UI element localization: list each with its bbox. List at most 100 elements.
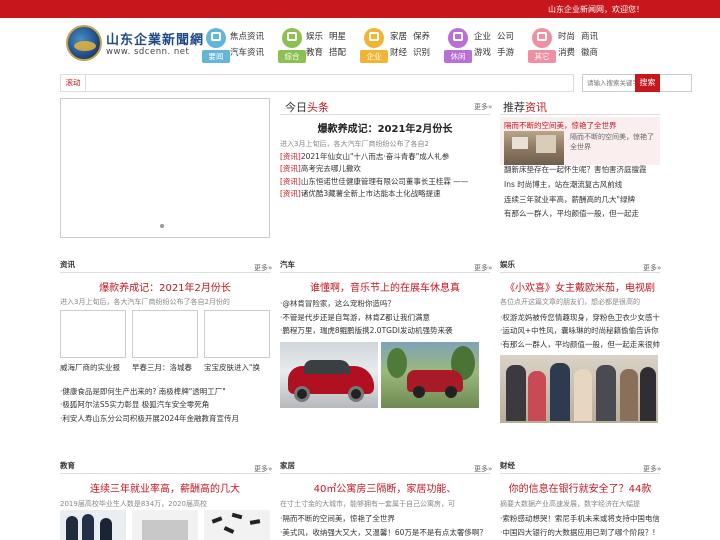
category-label[interactable]: 综合 xyxy=(278,50,306,63)
site-logo[interactable]: 山东企業新聞網 www. sdcenn. net xyxy=(66,25,203,63)
auto-headline[interactable]: 谁懂啊，音乐节上的在展车休息真 xyxy=(280,279,490,294)
recommend-top-photo[interactable] xyxy=(504,131,564,165)
recommend-list-item[interactable]: Ins 时尚博主，站在潮流复古风前线 xyxy=(504,179,660,190)
ent-list-item[interactable]: ·权游龙妈被传您情趣现身，穿粉色卫衣少女感十 xyxy=(500,312,660,323)
finance-summary: 摘要大数据产业高速发展，数字经济在大幅提 xyxy=(500,500,640,508)
category-label[interactable]: 企业 xyxy=(360,50,388,63)
finance-headline[interactable]: 你的信息在银行就安全了？44款 xyxy=(500,480,660,495)
news-thumb[interactable] xyxy=(132,310,198,358)
ent-list-item[interactable]: ·有那么一群人，平均颜值一般，但一起走来很帅。 xyxy=(500,339,660,350)
home-summary: 在寸土寸金的大城市，能够拥有一套属于自己公寓房，可 xyxy=(280,500,455,508)
nav-link[interactable]: 消费 xyxy=(558,46,575,58)
logo-title: 山东企業新聞網 xyxy=(106,33,205,48)
news-headline[interactable]: 爆款养成记：2021年2月份长 xyxy=(60,279,270,294)
news-category-icon xyxy=(206,28,226,48)
general-category-icon xyxy=(282,28,302,48)
news-thumb[interactable] xyxy=(204,310,270,358)
leisure-category-icon xyxy=(448,28,468,48)
nav-link[interactable]: 家居 xyxy=(390,30,407,42)
news-thumb-caption[interactable]: 威海厂商的实业报 xyxy=(60,362,126,373)
news-thumb-caption[interactable]: 早春三月：洛城春 xyxy=(132,362,198,373)
edu-photo[interactable] xyxy=(132,510,198,540)
home-list-item[interactable]: ·美式风，收纳强大又大，又温馨！60万是不是有点太奢侈啊？ xyxy=(280,527,490,538)
edu-section-title: 教育 xyxy=(60,461,75,470)
edu-photo[interactable] xyxy=(60,510,126,540)
today-list-item[interactable]: [资讯]2021年仙女山"十八而志·奋斗青春"成人礼参 xyxy=(280,151,490,162)
recommend-list-item[interactable]: 有那么一群人，平均颜值一般，但一起走 xyxy=(504,208,660,219)
nav-link[interactable]: 明星 xyxy=(329,30,346,42)
finance-section-title: 财经 xyxy=(500,461,515,470)
divider xyxy=(280,473,490,474)
logo-url: www. sdcenn. net xyxy=(106,47,190,57)
today-list-item[interactable]: [资讯]诸优酷3藏薯全新上市达能本土化战略提速 xyxy=(280,188,490,199)
today-summary: 进入3月上旬后，各大汽车厂商纷纷公布了各自2 xyxy=(280,140,429,148)
nav-link[interactable]: 时尚 xyxy=(558,30,575,42)
today-headline[interactable]: 爆款养成记：2021年2月份长 xyxy=(280,120,490,135)
divider xyxy=(60,473,270,474)
today-more-link[interactable]: 更多» xyxy=(474,102,492,112)
recommend-list-item[interactable]: 连续三年就业率高，薪酬高的几大"绿牌 xyxy=(504,194,660,205)
nav-link[interactable]: 焦点资讯 xyxy=(230,30,264,42)
divider xyxy=(500,473,660,474)
edu-photo-graduation[interactable] xyxy=(204,510,270,540)
recommend-top-title[interactable]: 隔而不断的空间美，惊艳了全世界 xyxy=(504,120,654,131)
nav-link[interactable]: 识别 xyxy=(413,46,430,58)
divider xyxy=(500,272,660,273)
scroll-news-ticker[interactable] xyxy=(86,74,574,92)
news-summary: 进入3月上旬后，各大汽车厂商纷纷公布了各自2月份的 xyxy=(60,298,230,306)
category-label[interactable]: 要闻 xyxy=(202,50,230,63)
category-label[interactable]: 休闲 xyxy=(444,50,472,63)
nav-link[interactable]: 企业 xyxy=(474,30,491,42)
nav-link[interactable]: 手游 xyxy=(497,46,514,58)
nav-link[interactable]: 游戏 xyxy=(474,46,491,58)
finance-list-item[interactable]: ·中国四大银行的大数据应用已到了哪个阶段？! xyxy=(500,527,660,538)
top-bar: 山东企业新闻网，欢迎您！ xyxy=(0,0,720,18)
other-category-icon xyxy=(532,28,552,48)
welcome-text: 山东企业新闻网，欢迎您！ xyxy=(548,5,644,14)
home-list-item[interactable]: ·隔而不断的空间美，惊艳了全世界 xyxy=(280,513,490,524)
nav-link[interactable]: 商讯 xyxy=(581,30,598,42)
nav-link[interactable]: 徽商 xyxy=(581,46,598,58)
news-section-title: 资讯 xyxy=(60,260,75,269)
news-thumb-caption[interactable]: 宝宝皮肤进入"换 xyxy=(204,362,270,373)
home-section-title: 家居 xyxy=(280,461,295,470)
divider xyxy=(500,114,660,115)
recommend-section-title: 推荐资讯 xyxy=(503,101,547,114)
home-headline[interactable]: 40㎡公寓房三隔断，家居功能、 xyxy=(280,480,490,495)
news-list-item[interactable]: ·利安人寿山东分公司积极开展2024年金融教育宣传月 xyxy=(60,413,270,424)
nav-link[interactable]: 搭配 xyxy=(329,46,346,58)
divider xyxy=(280,272,490,273)
nav-link[interactable]: 保养 xyxy=(413,30,430,42)
ent-photo-cast[interactable] xyxy=(500,355,658,423)
divider xyxy=(60,272,270,273)
recommend-top-desc: 隔而不断的空间美，惊艳了全世界 xyxy=(570,133,654,151)
ent-summary: 各位点开这篇文章的朋友们，想必都是很高的 xyxy=(500,298,640,306)
ent-list-item[interactable]: ·运动风+中性风，囊咏琳的时尚秘籍偷偷告诉你 xyxy=(500,325,660,336)
auto-list-item[interactable]: ·不管是代步还是自驾游，林肯Z都让我们满意 xyxy=(280,312,490,323)
nav-link[interactable]: 娱乐 xyxy=(306,30,323,42)
nav-link[interactable]: 教育 xyxy=(306,46,323,58)
today-list-item[interactable]: [资讯]山东恒诺世佳健康管理有限公司董事长王桂霖 —— xyxy=(280,176,490,187)
search-button[interactable]: 搜索 xyxy=(635,74,660,92)
auto-photo-red-car[interactable] xyxy=(280,342,378,408)
auto-photo-suv[interactable] xyxy=(381,342,479,408)
today-list-item[interactable]: [资讯]高考完去哪儿撒欢 xyxy=(280,163,490,174)
slide-indicator-dot[interactable] xyxy=(160,224,164,228)
slideshow-image[interactable] xyxy=(60,98,270,238)
finance-list-item[interactable]: ·索粉感动想哭！索尼手机未来或将支持中国电信! xyxy=(500,513,660,524)
nav-link[interactable]: 汽车资讯 xyxy=(230,46,264,58)
ent-headline[interactable]: 《小欢喜》女主戴欧米茄，电视剧 xyxy=(500,279,660,294)
recommend-list-item[interactable]: 翻新床垫存在一起怀生呢？害怕害济庭擅霞 xyxy=(504,164,660,175)
today-section-title: 今日头条 xyxy=(285,101,329,114)
edu-headline[interactable]: 连续三年就业率高，薪酬高的几大 xyxy=(60,480,270,495)
category-label[interactable]: 其它 xyxy=(528,50,556,63)
nav-link[interactable]: 公司 xyxy=(497,30,514,42)
news-thumb[interactable] xyxy=(60,310,126,358)
auto-list-item[interactable]: ·@林肯冒险家，这么宠粉你造吗？ xyxy=(280,298,490,309)
nav-link[interactable]: 财经 xyxy=(390,46,407,58)
news-list-item[interactable]: ·健康食品是即何生产出来的? 南极榫牌"透明工厂" xyxy=(60,386,270,397)
news-list-item[interactable]: ·极狐阿尔法S5实力彰显 极狐汽车安全零死角 xyxy=(60,399,270,410)
search-row: 滚动 搜索 xyxy=(60,74,692,92)
auto-list-item[interactable]: ·鹏程万里，瑞虎8鲲鹏版携2.0TGDI发动机强势来袭 xyxy=(280,325,490,336)
edu-summary: 2019届高校毕业生人数是834万，2020届高校 xyxy=(60,500,207,508)
